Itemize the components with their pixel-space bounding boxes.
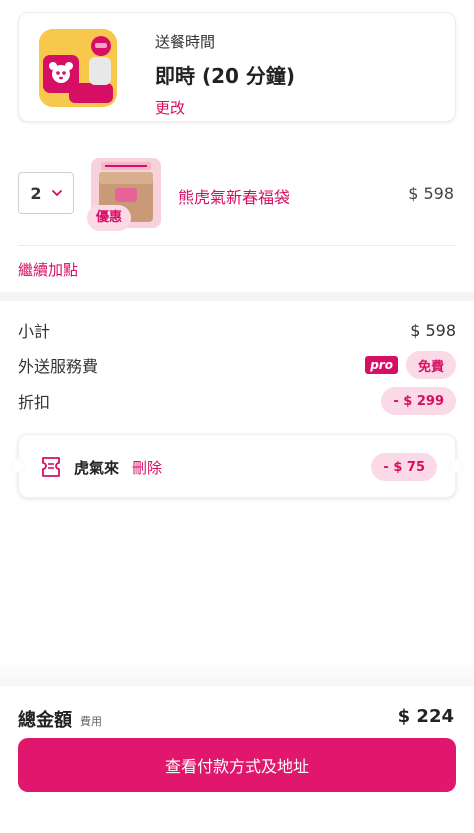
bottom-shadow <box>0 660 474 688</box>
pro-badge: pro <box>365 356 398 374</box>
subtotal-row: 小計 $ 598 <box>18 314 456 346</box>
add-more-items-link[interactable]: 繼續加點 <box>18 259 78 280</box>
divider <box>18 245 456 246</box>
quantity-select[interactable]: 2 <box>18 172 74 214</box>
chevron-down-icon <box>51 189 62 196</box>
delete-voucher-button[interactable]: 刪除 <box>132 457 162 478</box>
total-amount: $ 224 <box>397 706 454 727</box>
discount-value: - $ 299 <box>381 387 456 415</box>
delivery-time-card: 送餐時間 即時 (20 分鐘) 更改 <box>18 12 456 122</box>
free-delivery-badge: 免費 <box>405 351 456 379</box>
section-divider <box>0 292 474 301</box>
discount-row: 折扣 - $ 299 <box>18 385 456 417</box>
voucher-amount: - $ 75 <box>371 453 437 481</box>
quantity-value: 2 <box>30 183 42 203</box>
delivery-time-value: 即時 (20 分鐘) <box>155 64 296 88</box>
checkout-bar: 總金額 費用 $ 224 查看付款方式及地址 <box>0 686 474 833</box>
change-delivery-time-link[interactable]: 更改 <box>155 97 295 118</box>
view-payment-and-address-button[interactable]: 查看付款方式及地址 <box>18 738 456 792</box>
voucher-name: 虎氣來 <box>74 459 120 477</box>
item-price: $ 598 <box>408 184 454 203</box>
total-fee-note: 費用 <box>80 715 102 728</box>
discount-label: 折扣 <box>18 393 51 412</box>
delivery-fee-label: 外送服務費 <box>18 357 99 376</box>
promo-badge: 優惠 <box>87 205 132 231</box>
delivery-time-label: 送餐時間 <box>155 33 216 51</box>
subtotal-value: $ 598 <box>410 320 456 340</box>
item-name[interactable]: 熊虎氣新春福袋 <box>178 184 290 208</box>
total-label: 總金額 <box>18 710 72 731</box>
rider-icon <box>39 29 117 107</box>
subtotal-label: 小計 <box>18 322 51 341</box>
delivery-fee-row: 外送服務費 pro 免費 <box>18 349 456 381</box>
delivery-rider-illustration <box>39 29 117 107</box>
voucher-icon <box>42 457 60 477</box>
voucher-card: 虎氣來 刪除 - $ 75 <box>11 434 463 498</box>
